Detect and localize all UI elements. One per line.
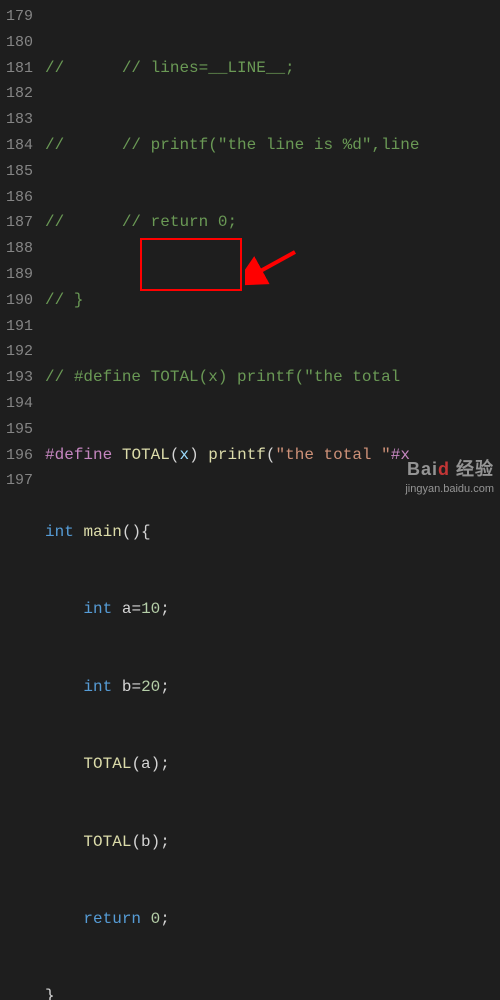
macro-name: TOTAL [122, 446, 170, 464]
line-number: 194 [6, 391, 33, 417]
line-number: 196 [6, 443, 33, 469]
line-number-gutter: 179 180 181 182 183 184 185 186 187 188 … [0, 0, 45, 500]
line-number: 197 [6, 468, 33, 494]
type-keyword: int [83, 678, 112, 696]
number-literal: 10 [141, 600, 160, 618]
func-name: main [83, 523, 121, 541]
code-line: int b=20; [45, 675, 500, 701]
annotation-arrow-icon [245, 248, 305, 288]
line-number: 180 [6, 30, 33, 56]
code-area[interactable]: // // lines=__LINE__; // // printf("the … [45, 0, 500, 500]
line-number: 179 [6, 4, 33, 30]
number-literal: 0 [151, 910, 161, 928]
line-number: 184 [6, 133, 33, 159]
line-number: 187 [6, 210, 33, 236]
line-number: 182 [6, 81, 33, 107]
comment-text: // } [45, 291, 83, 309]
code-editor[interactable]: 179 180 181 182 183 184 185 186 187 188 … [0, 0, 500, 500]
comment-text: // #define TOTAL(x) printf("the total [45, 368, 410, 386]
line-number: 186 [6, 185, 33, 211]
code-line: // } [45, 288, 500, 314]
func-call: printf [208, 446, 266, 464]
code-line: // #define TOTAL(x) printf("the total [45, 365, 500, 391]
close-brace: } [45, 987, 55, 1000]
type-keyword: int [83, 600, 112, 618]
line-number: 191 [6, 314, 33, 340]
line-number: 193 [6, 365, 33, 391]
line-number: 189 [6, 262, 33, 288]
code-line: return 0; [45, 907, 500, 933]
code-line: TOTAL(a); [45, 752, 500, 778]
annotation-highlight-box [140, 238, 242, 291]
code-line: // // lines=__LINE__; [45, 56, 500, 82]
line-number: 192 [6, 339, 33, 365]
watermark-url: jingyan.baidu.com [405, 483, 494, 495]
code-line: TOTAL(b); [45, 830, 500, 856]
watermark: Baid 经验 jingyan.baidu.com [405, 458, 494, 496]
define-keyword: #define [45, 446, 112, 464]
comment-text: // // printf("the line is %d",line [45, 136, 419, 154]
punct: (){ [122, 523, 151, 541]
number-literal: 20 [141, 678, 160, 696]
code-line: int a=10; [45, 597, 500, 623]
return-keyword: return [83, 910, 141, 928]
code-line: // // printf("the line is %d",line [45, 133, 500, 159]
comment-text: // // return 0; [45, 213, 237, 231]
string-literal: "the total " [276, 446, 391, 464]
macro-call: TOTAL [83, 833, 131, 851]
code-line: // // return 0; [45, 210, 500, 236]
line-number: 183 [6, 107, 33, 133]
line-number: 195 [6, 417, 33, 443]
code-line: } [45, 984, 500, 1000]
macro-call: TOTAL [83, 755, 131, 773]
type-keyword: int [45, 523, 74, 541]
line-number: 185 [6, 159, 33, 185]
comment-text: // // lines=__LINE__; [45, 59, 295, 77]
macro-param: x [179, 446, 189, 464]
line-number: 181 [6, 56, 33, 82]
line-number: 188 [6, 236, 33, 262]
code-line: int main(){ [45, 520, 500, 546]
line-number: 190 [6, 288, 33, 314]
